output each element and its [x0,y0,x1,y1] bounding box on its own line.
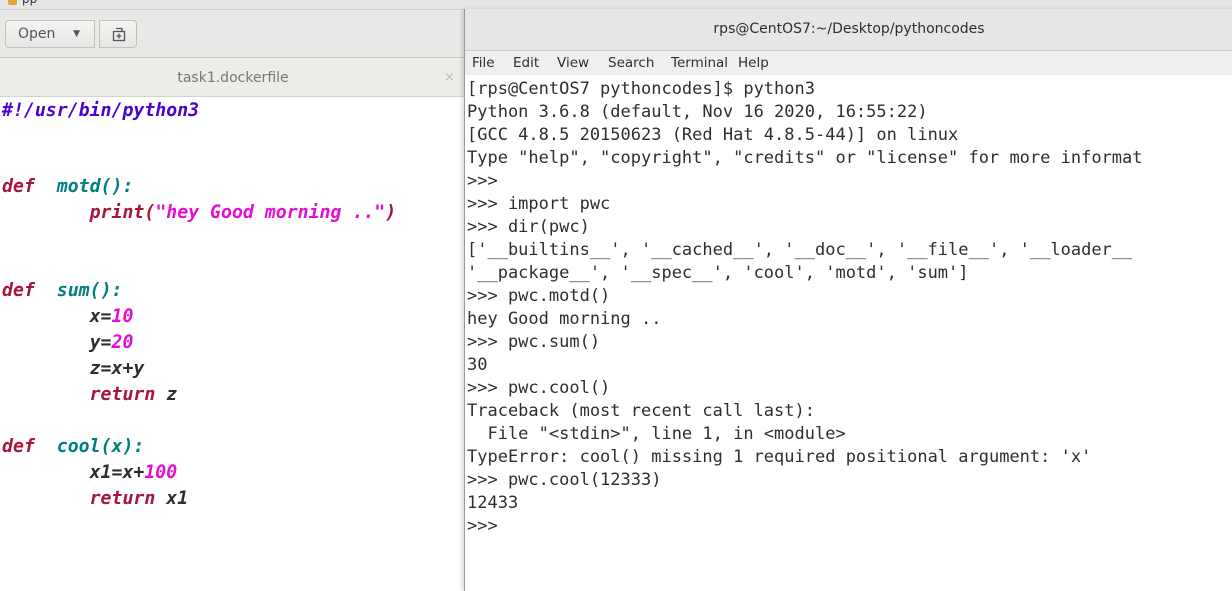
terminal-line: >>> dir(pwc) [467,217,590,237]
print-call: print( [89,202,156,223]
chevron-down-icon: ▼ [73,29,80,39]
tab-task1-dockerfile[interactable]: task1.dockerfile [0,58,466,98]
terminal-line: ['__builtins__', '__cached__', '__doc__'… [467,240,1133,260]
function-signature-motd: motd(): [56,176,134,197]
new-document-button[interactable] [99,20,137,48]
menu-search[interactable]: Search [608,51,654,76]
terminal-prompt-line: >>> [467,516,498,536]
return-value-x1: x1 [155,488,189,509]
app-menu-label[interactable]: pp [22,0,37,6]
terminal-menu-bar: File Edit View Search Terminal Help [465,51,1232,75]
terminal-line: [GCC 4.8.5 20150623 (Red Hat 4.8.5-44)] … [467,125,959,145]
terminal-line: File "<stdin>", line 1, in <module> [467,424,846,444]
terminal-title: rps@CentOS7:~/Desktop/pythoncodes [713,21,985,37]
terminal-line: Type "help", "copyright", "credits" or "… [467,148,1143,168]
terminal-line: TypeError: cool() missing 1 required pos… [467,447,1092,467]
menu-help[interactable]: Help [738,51,769,76]
terminal-line: [rps@CentOS7 pythoncodes]$ python3 [467,79,815,99]
shebang-text: #!/usr/bin/python3 [2,100,200,121]
print-close-paren: ) [385,202,397,223]
code-line: return x1 [2,486,189,512]
number-literal: 10 [111,306,134,327]
assign-x1: x1=x+ [89,462,145,483]
open-button[interactable]: Open ▼ [5,20,95,48]
new-document-icon [112,27,126,42]
terminal-line: 12433 [467,493,519,513]
number-literal: 20 [111,332,134,353]
code-line: def motd(): [2,174,133,200]
open-button-label: Open [18,26,56,42]
document-tab-bar: task1.dockerfile × [0,58,466,97]
terminal-line: >>> pwc.cool(12333) [467,470,662,490]
code-editor[interactable]: #!/usr/bin/python3 def motd(): print("he… [0,96,466,509]
terminal-line: Traceback (most recent call last): [467,401,815,421]
terminal-line: '__package__', '__spec__', 'cool', 'motd… [467,263,969,283]
keyword-def: def [2,436,35,457]
function-signature-sum: sum(): [56,280,123,301]
assign-x: x= [89,306,112,327]
code-line: def cool(x): [2,434,144,460]
terminal-line: >>> pwc.sum() [467,332,601,352]
terminal-line: >>> pwc.cool() [467,378,611,398]
terminal-line: >>> [467,171,498,191]
menu-terminal[interactable]: Terminal [671,51,728,76]
return-value-z: z [155,384,178,405]
assign-y: y= [89,332,112,353]
terminal-output[interactable]: [rps@CentOS7 pythoncodes]$ python3 Pytho… [467,78,1232,536]
editor-header-bar: Open ▼ [0,10,466,58]
terminal-line: Python 3.6.8 (default, Nov 16 2020, 16:5… [467,102,928,122]
keyword-def: def [2,280,35,301]
code-line: #!/usr/bin/python3 [2,98,199,124]
code-line: y=20 [2,330,134,356]
keyword-return: return [89,488,156,509]
terminal-line: hey Good morning .. [467,309,662,329]
keyword-def: def [2,176,35,197]
number-literal: 100 [144,462,178,483]
code-line: return z [2,382,178,408]
code-line: print("hey Good morning ..") [2,200,397,226]
menu-file[interactable]: File [472,51,495,76]
assign-z: z=x+y [89,358,145,379]
function-signature-cool: cool(x): [56,436,145,457]
code-line: def sum(): [2,278,122,304]
terminal-title-bar[interactable]: rps@CentOS7:~/Desktop/pythoncodes [465,9,1232,51]
code-line: x1=x+100 [2,460,178,486]
text-editor-window: Open ▼ task1.dockerfile × #!/usr/bin/pyt… [0,10,466,591]
menu-edit[interactable]: Edit [513,51,539,76]
terminal-window: rps@CentOS7:~/Desktop/pythoncodes File E… [464,9,1232,591]
keyword-return: return [89,384,156,405]
app-icon [8,0,17,5]
close-tab-icon[interactable]: × [444,58,455,98]
terminal-line: >>> pwc.motd() [467,286,611,306]
code-line: z=x+y [2,356,145,382]
code-line: x=10 [2,304,134,330]
terminal-line: 30 [467,355,488,375]
terminal-line: >>> import pwc [467,194,611,214]
print-string: "hey Good morning .." [155,202,386,223]
menu-view[interactable]: View [557,51,589,76]
